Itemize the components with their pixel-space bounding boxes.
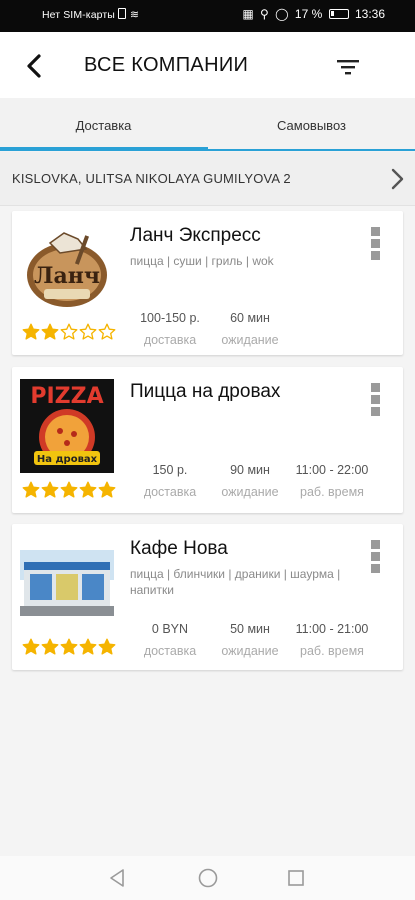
company-card[interactable]: PIZZA На дровах Пицца на дровах 150 р. д… — [12, 367, 403, 513]
address-text: KISLOVKA, ULITSA NIKOLAYA GUMILYOVA 2 — [12, 171, 291, 186]
rating-stars — [22, 323, 117, 341]
tab-active-indicator — [0, 147, 208, 151]
tab-underline — [208, 149, 415, 151]
company-name: Ланч Экспресс — [130, 225, 261, 246]
logo-text: PIZZA — [30, 384, 103, 409]
star-filled-icon — [79, 481, 97, 498]
work-hours: 11:00 - 22:00 — [295, 463, 369, 477]
back-button[interactable] — [16, 48, 52, 84]
star-filled-icon — [22, 481, 40, 498]
carrier-text: Нет SIM-карты — [42, 9, 115, 21]
rating-stars — [22, 481, 117, 499]
battery-percent: 17 % — [294, 7, 323, 21]
company-logo — [20, 536, 114, 630]
metric-wait: 60 мин ожидание — [210, 311, 290, 347]
delivery-price: 0 BYN — [151, 622, 189, 636]
star-filled-icon — [41, 323, 59, 340]
wait-label: ожидание — [221, 333, 279, 347]
star-filled-icon — [22, 638, 40, 655]
clock: 13:36 — [354, 7, 385, 21]
star-empty-icon — [98, 323, 116, 340]
work-hours: 11:00 - 21:00 — [295, 622, 369, 636]
wait-time: 90 мин — [230, 463, 270, 477]
nav-home-icon — [198, 868, 218, 888]
delivery-price: 150 р. — [152, 463, 188, 477]
wait-time: 60 мин — [230, 311, 270, 325]
star-filled-icon — [41, 481, 59, 498]
logo-subtext: На дровах — [37, 454, 98, 465]
more-vert-icon[interactable] — [371, 383, 381, 419]
more-vert-icon[interactable] — [371, 540, 381, 576]
nav-recents-icon — [288, 870, 304, 886]
metric-delivery: 0 BYN доставка — [130, 622, 210, 658]
hours-label: раб. время — [300, 644, 364, 658]
company-name: Кафе Нова — [130, 538, 228, 559]
nfc-icon: ▦ — [242, 7, 254, 21]
company-name: Пицца на дровах — [130, 381, 281, 402]
back-arrow-icon — [27, 54, 41, 78]
more-vert-icon[interactable] — [371, 227, 381, 263]
metric-wait: 50 мин ожидание — [210, 622, 290, 658]
metric-wait: 90 мин ожидание — [210, 463, 290, 499]
star-filled-icon — [22, 323, 40, 340]
alarm-icon: ◯ — [275, 7, 289, 21]
tab-bar: Доставка Самовывоз — [0, 98, 415, 152]
nav-back-icon — [110, 869, 124, 887]
company-logo: Ланч — [20, 223, 114, 317]
chevron-right-icon — [391, 168, 404, 190]
app-header: ВСЕ КОМПАНИИ — [0, 32, 415, 98]
star-filled-icon — [60, 638, 78, 655]
delivery-price: 100-150 р. — [140, 311, 200, 325]
wifi-icon: ≋ — [129, 9, 140, 21]
company-tags: пицца | блинчики | драники | шаурма | на… — [130, 567, 341, 597]
star-filled-icon — [98, 481, 116, 498]
filter-button[interactable] — [333, 52, 363, 82]
delivery-label: доставка — [143, 485, 197, 499]
delivery-label: доставка — [143, 333, 197, 347]
company-logo: PIZZA На дровах — [20, 379, 114, 473]
nav-back-button[interactable] — [106, 866, 130, 890]
status-right: ▦ ⚲ ◯ 17 % 13:36 — [239, 7, 385, 21]
logo-text: Ланч — [34, 263, 100, 289]
company-card[interactable]: Кафе Нова пицца | блинчики | драники | ш… — [12, 524, 403, 670]
star-filled-icon — [98, 638, 116, 655]
filter-icon — [337, 60, 359, 75]
metric-delivery: 100-150 р. доставка — [130, 311, 210, 347]
star-empty-icon — [79, 323, 97, 340]
hours-label: раб. время — [300, 485, 364, 499]
wait-time: 50 мин — [230, 622, 270, 636]
metric-hours: 11:00 - 22:00 раб. время — [290, 463, 374, 499]
nav-recents-button[interactable] — [284, 866, 308, 890]
company-card[interactable]: Ланч Ланч Экспресс пицца | суши | гриль … — [12, 211, 403, 355]
nav-home-button[interactable] — [196, 866, 220, 890]
sim-icon — [117, 8, 126, 19]
tab-delivery[interactable]: Доставка — [0, 98, 207, 152]
star-filled-icon — [60, 481, 78, 498]
delivery-label: доставка — [143, 644, 197, 658]
star-empty-icon — [60, 323, 78, 340]
rating-stars — [22, 638, 117, 656]
tab-pickup[interactable]: Самовывоз — [208, 98, 415, 152]
star-filled-icon — [41, 638, 59, 655]
metric-hours: 11:00 - 21:00 раб. время — [290, 622, 374, 658]
battery-icon — [328, 9, 349, 19]
company-tags: пицца | суши | гриль | wok — [130, 254, 274, 268]
address-selector[interactable]: KISLOVKA, ULITSA NIKOLAYA GUMILYOVA 2 — [0, 152, 415, 206]
star-filled-icon — [79, 638, 97, 655]
page-title: ВСЕ КОМПАНИИ — [84, 54, 249, 76]
wait-label: ожидание — [221, 485, 279, 499]
location-icon: ⚲ — [260, 7, 269, 21]
company-list: Ланч Ланч Экспресс пицца | суши | гриль … — [0, 206, 415, 856]
system-nav-bar — [0, 856, 415, 900]
status-bar: Нет SIM-карты ≋ ▦ ⚲ ◯ 17 % 13:36 — [0, 0, 415, 32]
metric-delivery: 150 р. доставка — [130, 463, 210, 499]
wait-label: ожидание — [221, 644, 279, 658]
status-left: Нет SIM-карты ≋ — [42, 8, 139, 21]
